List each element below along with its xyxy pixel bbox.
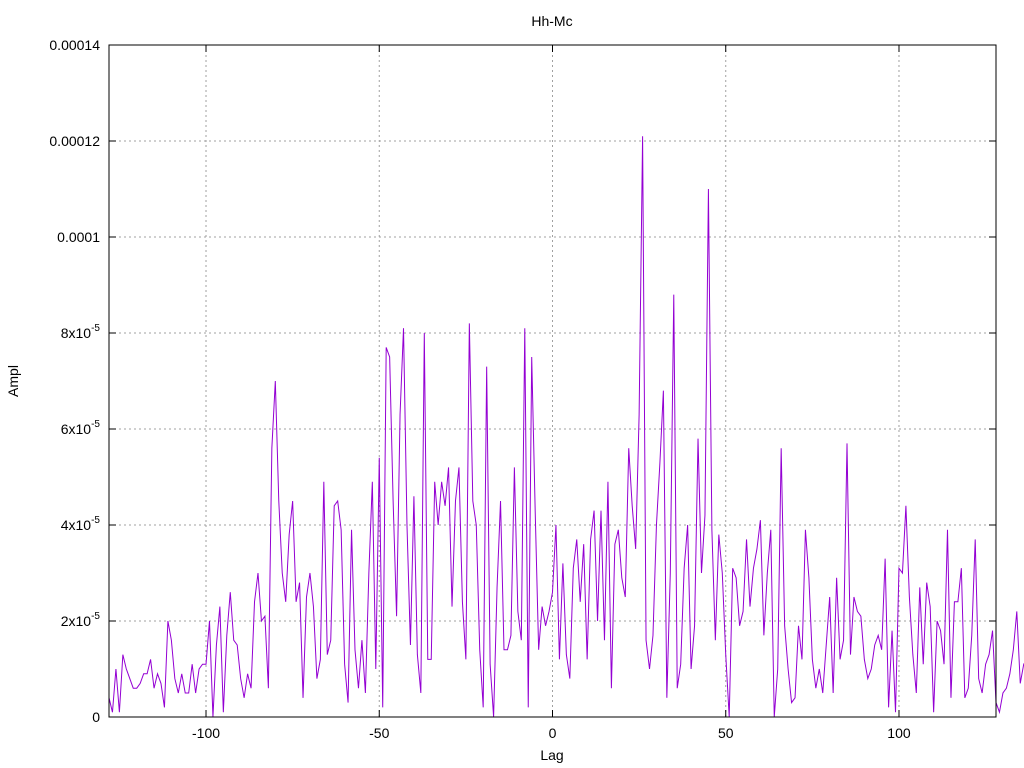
chart-background	[0, 0, 1024, 768]
y-tick-label-base: 0.00014	[49, 37, 100, 53]
x-tick-label-4: 100	[887, 725, 911, 741]
y-tick-label-exponent: -5	[91, 611, 100, 622]
y-axis-title: Ampl	[5, 365, 21, 397]
y-tick-label-5: 0.0001	[57, 229, 100, 245]
y-tick-label-base: 0.0001	[57, 229, 100, 245]
y-tick-label-base: 0	[92, 709, 100, 725]
x-tick-label-3: 50	[718, 725, 734, 741]
y-tick-label-0: 0	[92, 709, 100, 725]
y-tick-label-base: 0.00012	[49, 133, 100, 149]
x-axis-title: Lag	[540, 747, 563, 763]
y-tick-label-base: 8x10	[61, 325, 92, 341]
chart: -100 -50 0 50 100 02x10-54x10-56x10-58x10-50…	[0, 0, 1024, 768]
x-tick-label-0: -100	[192, 725, 220, 741]
y-tick-label-base: 4x10	[61, 517, 92, 533]
y-tick-label-exponent: -5	[91, 323, 100, 334]
y-tick-label-7: 0.00014	[49, 37, 100, 53]
y-tick-label-base: 2x10	[61, 613, 92, 629]
y-tick-label-exponent: -5	[91, 419, 100, 430]
chart-title: Hh-Mc	[531, 13, 572, 29]
y-tick-label-base: 6x10	[61, 421, 92, 437]
y-tick-label-exponent: -5	[91, 515, 100, 526]
x-tick-label-1: -50	[369, 725, 389, 741]
x-tick-label-2: 0	[549, 725, 557, 741]
y-tick-label-6: 0.00012	[49, 133, 100, 149]
